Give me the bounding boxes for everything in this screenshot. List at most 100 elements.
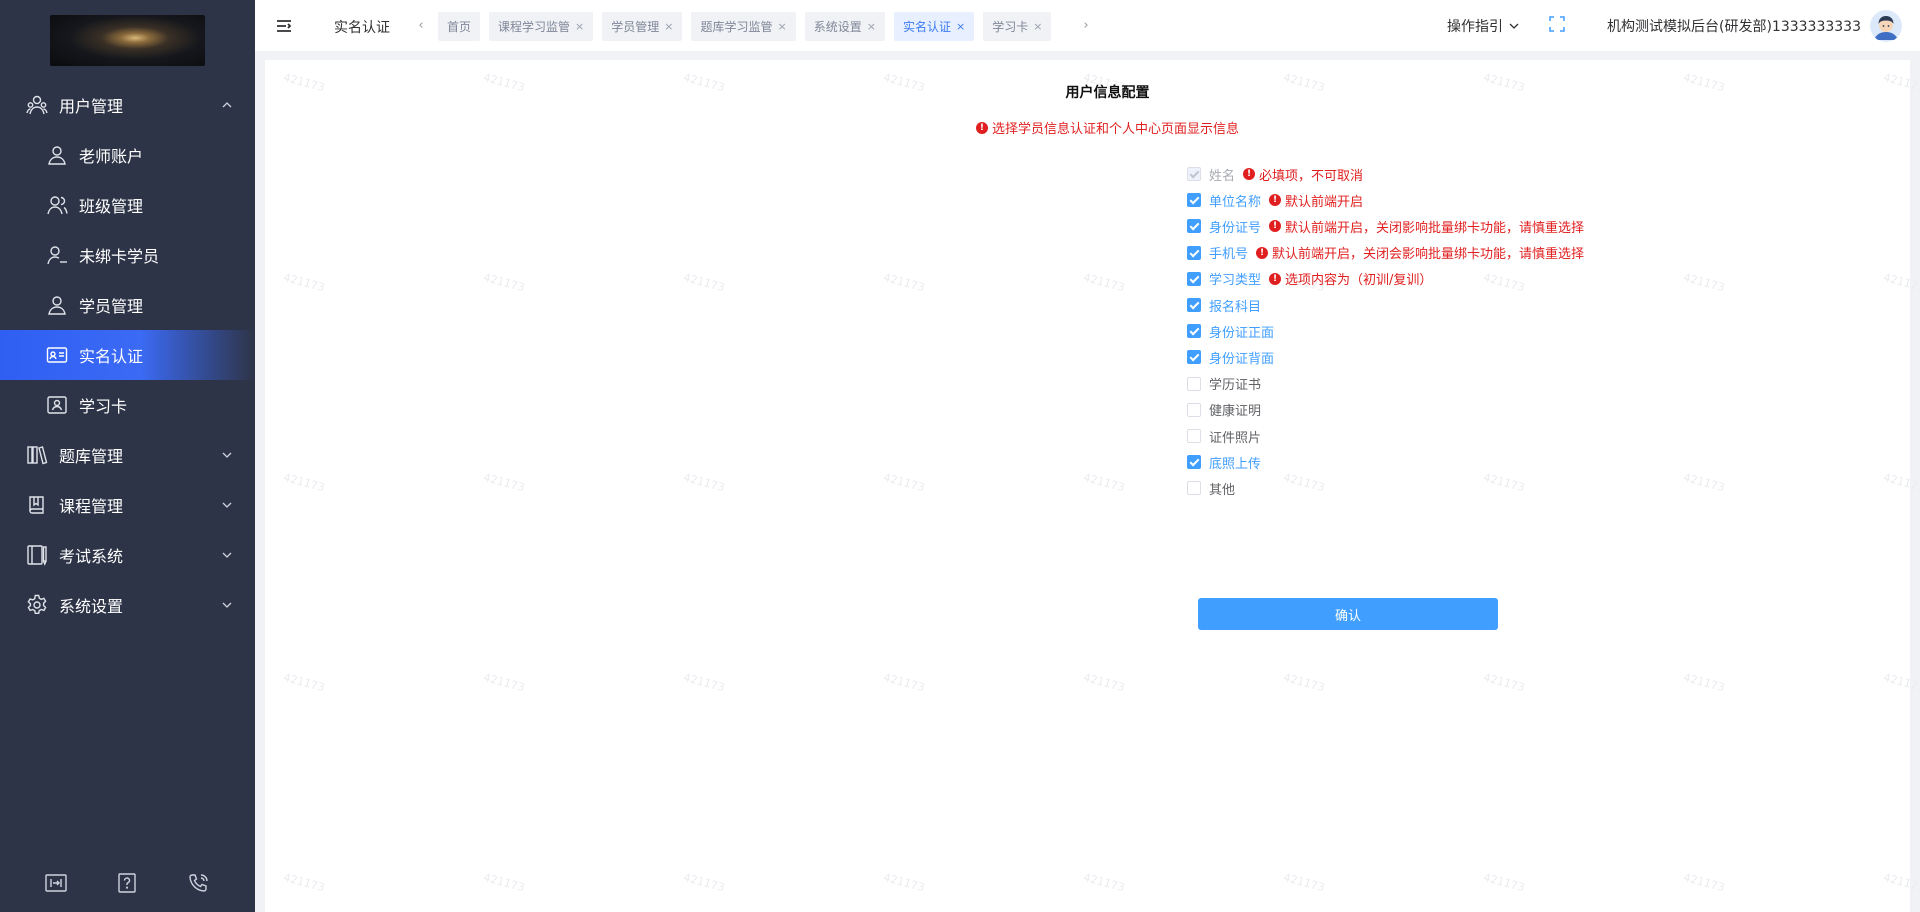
- option-label[interactable]: 身份证号: [1209, 217, 1261, 236]
- watermark-text: 421173: [1282, 470, 1326, 495]
- watermark-text: 421173: [682, 70, 726, 95]
- avatar[interactable]: [1870, 10, 1902, 42]
- sidebar-item[interactable]: 学员管理: [0, 280, 255, 330]
- watermark-text: 421173: [882, 670, 926, 695]
- keyboard-icon[interactable]: [43, 870, 69, 896]
- option-label[interactable]: 学习类型: [1209, 269, 1261, 288]
- watermark-text: 421173: [282, 670, 326, 695]
- option-checkbox[interactable]: [1187, 376, 1201, 391]
- sidebar-item-label: 学习卡: [79, 397, 128, 416]
- sidebar-item[interactable]: 考试系统: [0, 530, 255, 580]
- tab-tag-label: 首页: [447, 20, 472, 34]
- option-hint-text: 必填项，不可取消: [1259, 168, 1364, 184]
- fullscreen-icon[interactable]: [1549, 16, 1567, 34]
- sidebar-item-label: 学员管理: [79, 297, 144, 316]
- option-label[interactable]: 学历证书: [1209, 374, 1261, 393]
- watermark-text: 421173: [482, 470, 526, 495]
- close-icon[interactable]: ×: [575, 20, 584, 33]
- tab-tag-label: 课程学习监管: [498, 20, 571, 34]
- help-icon[interactable]: [114, 870, 140, 896]
- sidebar-item[interactable]: 班级管理: [0, 180, 255, 230]
- option-checkbox[interactable]: [1187, 219, 1201, 234]
- sidebar-item-label: 实名认证: [79, 347, 144, 366]
- sidebar-item[interactable]: 课程管理: [0, 480, 255, 530]
- option-checkbox[interactable]: [1187, 245, 1201, 260]
- watermark-text: 421173: [682, 270, 726, 295]
- sidebar-item-label: 老师账户: [79, 147, 144, 166]
- watermark-text: 421173: [1282, 670, 1326, 695]
- close-icon[interactable]: ×: [778, 20, 787, 33]
- option-label[interactable]: 报名科目: [1209, 296, 1261, 315]
- watermark-text: 421173: [1882, 70, 1920, 95]
- option-checkbox[interactable]: [1187, 429, 1201, 443]
- option-row: 学习类型! 选项内容为（初训/复训）: [1187, 269, 1432, 289]
- option-label[interactable]: 单位名称: [1209, 191, 1261, 210]
- sidebar-item[interactable]: 老师账户: [0, 130, 255, 180]
- books-icon: [25, 443, 49, 467]
- option-checkbox[interactable]: [1187, 324, 1201, 339]
- sidebar-item[interactable]: 未绑卡学员: [0, 230, 255, 280]
- warning-icon: !: [1269, 220, 1282, 233]
- sidebar-item[interactable]: 题库管理: [0, 430, 255, 480]
- watermark-text: 421173: [1682, 670, 1726, 695]
- sidebar-item[interactable]: 系统设置: [0, 580, 255, 630]
- sidebar-item[interactable]: 用户管理: [0, 80, 255, 130]
- operation-guide-dropdown[interactable]: 操作指引: [1447, 16, 1519, 36]
- option-label[interactable]: 健康证明: [1209, 400, 1261, 419]
- exam-icon: [25, 543, 49, 567]
- user-name[interactable]: 机构测试模拟后台(研发部)1333333333: [1607, 16, 1861, 36]
- tags-scroll-left-icon[interactable]: ‹: [415, 16, 427, 34]
- option-label[interactable]: 底照上传: [1209, 453, 1261, 472]
- sidebar-menu: 用户管理老师账户班级管理未绑卡学员学员管理实名认证学习卡题库管理 课程管理考试系统…: [0, 80, 255, 630]
- warning-icon: !: [1269, 272, 1282, 285]
- tab-tag[interactable]: 实名认证 ×: [893, 12, 975, 41]
- option-checkbox[interactable]: [1187, 402, 1201, 417]
- phone-icon[interactable]: [186, 870, 212, 896]
- sidebar-item[interactable]: 实名认证: [0, 330, 255, 380]
- option-checkbox[interactable]: [1187, 193, 1201, 208]
- user-icon: [45, 293, 69, 317]
- close-icon[interactable]: ×: [1033, 20, 1042, 33]
- tab-tag-label: 学习卡: [992, 20, 1029, 34]
- sidebar-item[interactable]: 学习卡: [0, 380, 255, 430]
- tab-tag[interactable]: 学员管理 ×: [602, 12, 683, 41]
- close-icon[interactable]: ×: [867, 20, 876, 33]
- option-label[interactable]: 身份证正面: [1209, 322, 1274, 341]
- tab-tag[interactable]: 首页: [438, 12, 481, 41]
- tab-tag[interactable]: 课程学习监管 ×: [489, 12, 594, 41]
- watermark-text: 421173: [1882, 270, 1920, 295]
- option-checkbox[interactable]: [1187, 455, 1201, 470]
- sidebar-item-label: 班级管理: [79, 197, 144, 216]
- close-icon[interactable]: ×: [664, 20, 673, 33]
- sidebar-item-label: 考试系统: [59, 547, 124, 566]
- option-checkbox[interactable]: [1187, 298, 1201, 312]
- watermark-text: 421173: [1082, 870, 1126, 895]
- option-label[interactable]: 其他: [1209, 479, 1235, 498]
- option-checkbox[interactable]: [1187, 481, 1201, 496]
- watermark-text: 421173: [282, 70, 326, 95]
- collapse-menu-icon[interactable]: [275, 17, 293, 35]
- tab-tag[interactable]: 学习卡 ×: [983, 12, 1052, 41]
- option-row: 其他: [1187, 478, 1235, 498]
- option-label[interactable]: 身份证背面: [1209, 348, 1274, 367]
- watermark-text: 421173: [682, 470, 726, 495]
- watermark-text: 421173: [882, 870, 926, 895]
- top-bar: 实名认证 ‹ 首页 课程学习监管 × 学员管理 × 题库学习监管 × 系统设置 × 实名认证 × 学习…: [255, 0, 1920, 52]
- option-hint-text: 默认前端开启: [1285, 194, 1364, 210]
- watermark-text: 421173: [282, 870, 326, 895]
- tags-scroll-right-icon[interactable]: ›: [1080, 16, 1092, 34]
- confirm-button[interactable]: 确认: [1198, 598, 1498, 630]
- tab-tag[interactable]: 题库学习监管 ×: [691, 12, 796, 41]
- option-label[interactable]: 证件照片: [1209, 427, 1261, 446]
- option-row: 身份证背面: [1187, 347, 1274, 367]
- chevron-down-icon: [1509, 21, 1519, 31]
- sidebar: 用户管理老师账户班级管理未绑卡学员学员管理实名认证学习卡题库管理 课程管理考试系统…: [0, 0, 255, 912]
- option-label[interactable]: 手机号: [1209, 243, 1248, 262]
- option-checkbox[interactable]: [1187, 271, 1201, 286]
- close-icon[interactable]: ×: [956, 20, 965, 33]
- tab-tag[interactable]: 系统设置 ×: [804, 12, 885, 41]
- tags-view: 首页 课程学习监管 × 学员管理 × 题库学习监管 × 系统设置 × 实名认证 × 学习卡 ×: [438, 12, 1052, 41]
- chevron-down-icon: [221, 449, 233, 461]
- option-label[interactable]: 姓名: [1209, 165, 1235, 184]
- option-checkbox[interactable]: [1187, 350, 1201, 365]
